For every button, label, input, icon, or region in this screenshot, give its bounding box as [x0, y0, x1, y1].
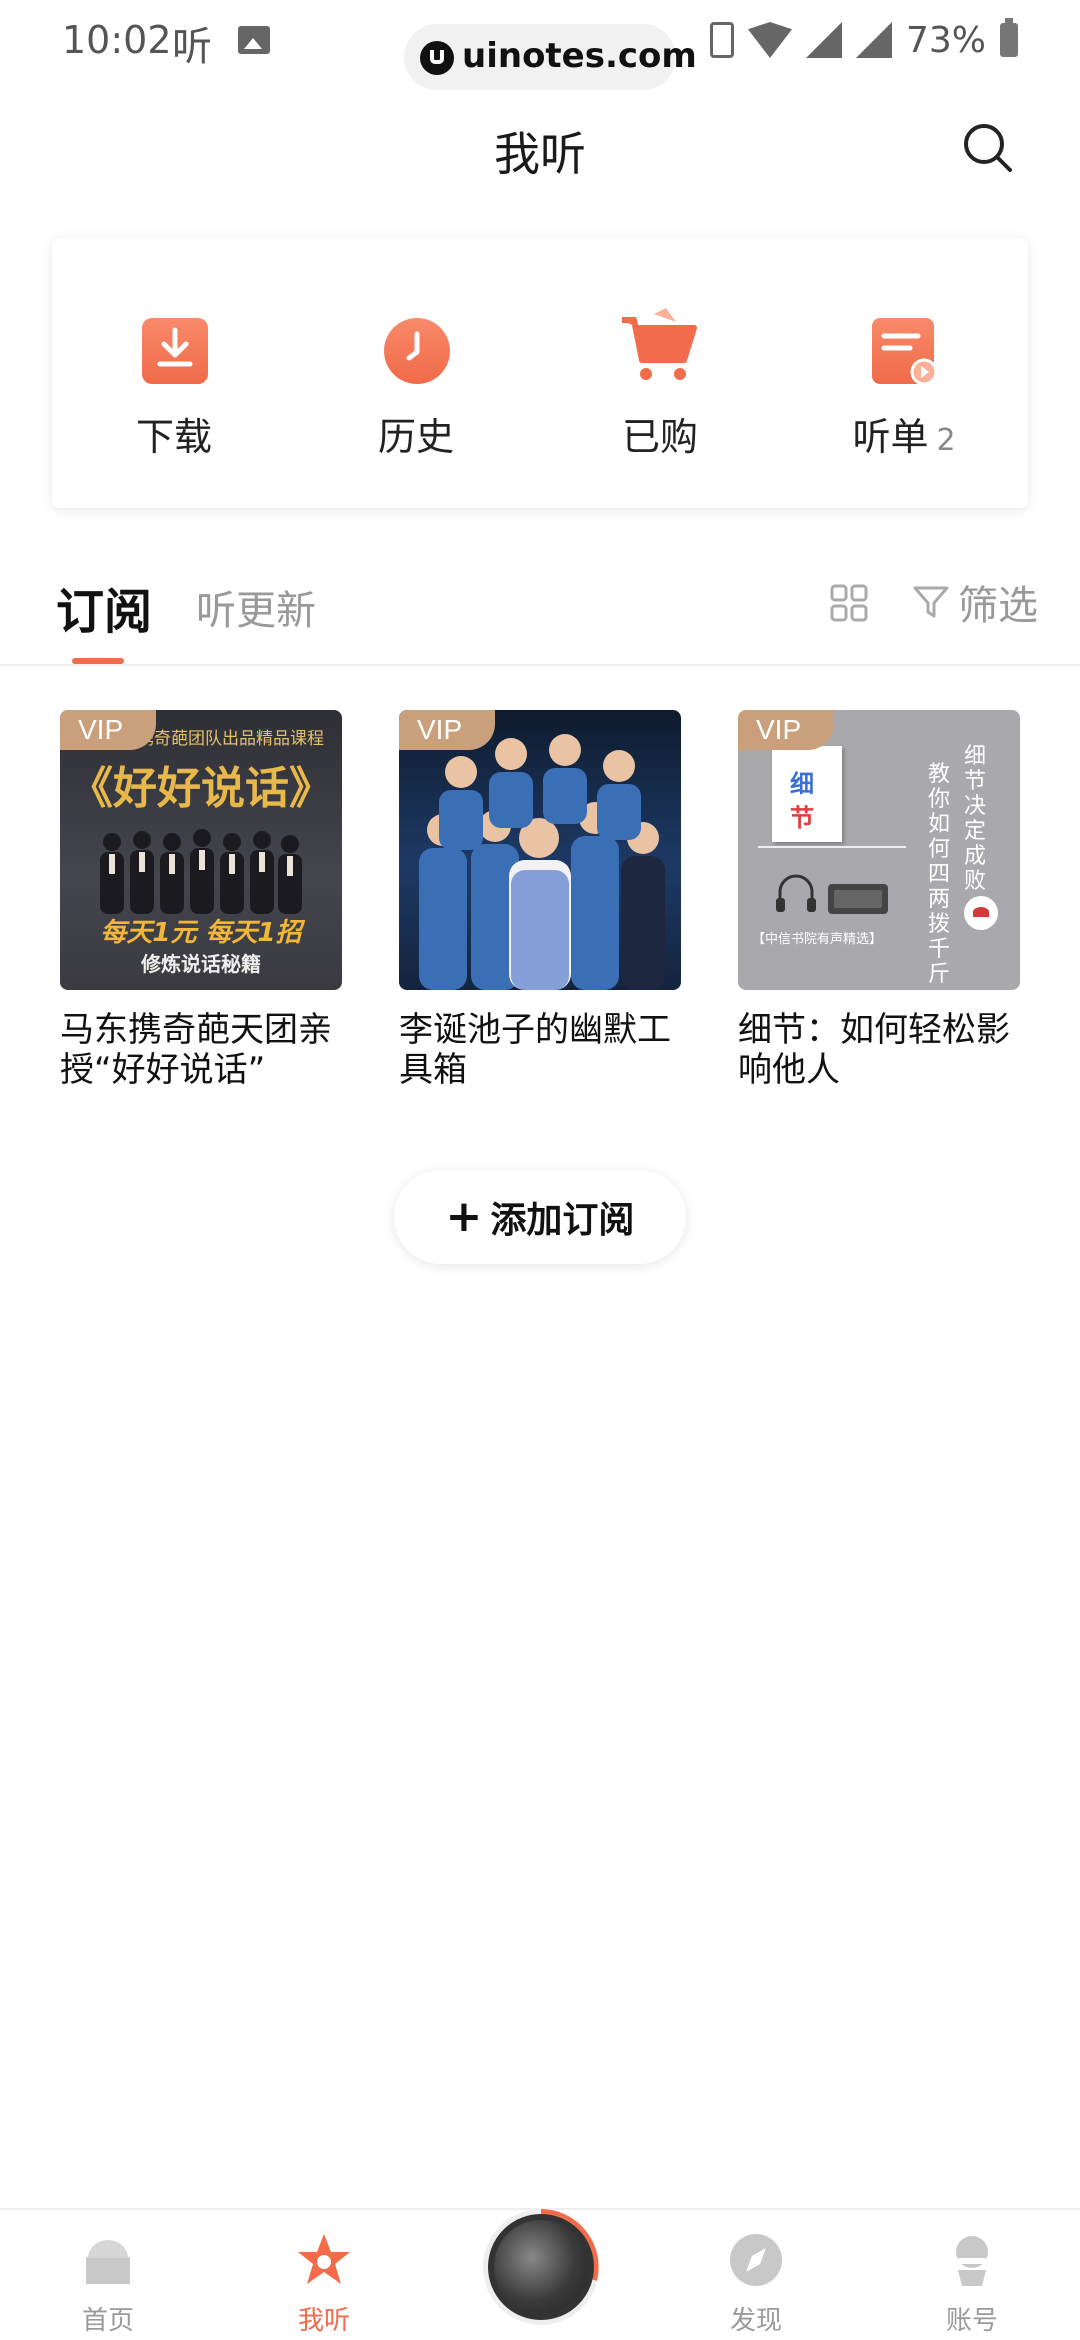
nav-item-account[interactable]: 账号 [892, 2222, 1052, 2340]
subscription-cover: 东携奇葩团队出品精品课程 《好好说话》 每天1元 每天1招 修炼说话秘籍 VIP [60, 710, 342, 990]
now-playing-button[interactable] [488, 2214, 594, 2320]
cart-icon [622, 308, 697, 380]
signal-2-icon [855, 22, 892, 58]
nav-item-discover[interactable]: 发现 [676, 2222, 836, 2340]
cover-slogan: 每天1元 每天1招 [100, 918, 302, 948]
page-title: 我听 [494, 127, 586, 181]
cover-divider [758, 846, 906, 848]
nav-label: 账号 [945, 2306, 998, 2336]
star-icon [298, 2234, 350, 2284]
add-subscription-label: 添加订阅 [490, 1200, 635, 1241]
quick-action-label: 已购 [621, 415, 698, 459]
subscription-card[interactable]: VIP 李诞池子的幽默工具箱 [399, 710, 681, 1090]
quick-actions-card: 下载 历史 已购 听单 2 [52, 238, 1028, 508]
tab-subscribe[interactable]: 订阅 [56, 572, 152, 642]
cover-people-illustration [100, 829, 302, 914]
cover-group-photo [419, 734, 665, 990]
add-subscription-button[interactable]: + 添加订阅 [394, 1170, 686, 1264]
subscription-title: 李诞池子的幽默工具箱 [399, 1010, 671, 1090]
user-icon [956, 2236, 988, 2286]
vibrate-icon [709, 22, 734, 58]
subscription-title: 细节：如何轻松影响他人 [738, 1010, 1010, 1090]
home-icon [86, 2240, 130, 2284]
playlist-count-badge: 2 [936, 423, 956, 458]
status-bar: 10:02 听 uinotes.com 73% [0, 0, 1080, 90]
cover-book-title-2: 节 [790, 804, 814, 832]
vip-badge: VIP [399, 710, 495, 750]
cover-book-title-1: 细 [790, 770, 814, 798]
vip-badge: VIP [738, 710, 834, 750]
cover-caption: 【中信书院有声精选】 [752, 932, 883, 947]
quick-action-label: 听单 2 [804, 406, 1004, 461]
subscription-cover: VIP [399, 710, 681, 990]
download-icon [142, 318, 208, 384]
headphones-phone-icon [776, 874, 888, 914]
cover-book: 细 节 [772, 746, 842, 842]
compass-icon [730, 2234, 782, 2286]
battery-percent: 73% [905, 19, 986, 61]
nav-item-mylisten[interactable]: 我听 [244, 2222, 404, 2340]
wifi-icon [747, 22, 792, 58]
subscription-card[interactable]: 东携奇葩团队出品精品课程 《好好说话》 每天1元 每天1招 修炼说话秘籍 VIP… [60, 710, 342, 1090]
filter-label: 筛选 [958, 583, 1038, 629]
nav-label: 我听 [297, 2306, 350, 2336]
quick-action-label: 下载 [135, 415, 212, 459]
subscription-card[interactable]: 细 节 【中信书院有声精选】 细节决定成败 教你如何四两拨千斤 VIP 细节：如… [738, 710, 1020, 1090]
app-notification-icon: 听 [172, 24, 212, 70]
quick-action-label-text: 听单 [852, 415, 929, 459]
cover-title: 《好好说话》 [69, 763, 333, 814]
playlist-icon [872, 318, 938, 386]
status-indicators: 73% [709, 18, 1018, 62]
battery-icon [1000, 18, 1018, 57]
plus-icon: + [445, 1191, 483, 1242]
nav-item-home[interactable]: 首页 [28, 2222, 188, 2340]
quick-action-label: 历史 [377, 415, 454, 459]
grid-icon [830, 584, 868, 622]
filter-button[interactable]: 筛选 [912, 576, 1038, 629]
url-text: uinotes.com [462, 36, 697, 76]
clock-icon [384, 318, 450, 384]
nav-label: 首页 [81, 2306, 134, 2336]
uinotes-logo-icon [420, 41, 454, 75]
cover-subtitle: 修炼说话秘籍 [141, 952, 261, 976]
vip-badge: VIP [60, 710, 156, 750]
tab-divider [0, 664, 1080, 666]
cover-vertical-text-1: 细节决定成败 [964, 744, 987, 894]
quick-action-download[interactable]: 下载 [74, 238, 274, 508]
image-notification-icon [238, 26, 270, 54]
grid-view-button[interactable] [830, 584, 868, 622]
nav-label: 发现 [729, 2306, 782, 2336]
tab-updates[interactable]: 听更新 [196, 578, 316, 636]
cover-vertical-text-2: 教你如何四两拨千斤 [928, 762, 951, 987]
quick-action-purchased[interactable]: 已购 [560, 238, 760, 508]
status-time: 10:02 [62, 18, 172, 62]
signal-icon [805, 22, 842, 58]
publisher-logo-icon [964, 896, 998, 930]
url-pill[interactable]: uinotes.com [404, 24, 697, 90]
subscription-title: 马东携奇葩天团亲授“好好说话” [60, 1010, 332, 1090]
search-icon [964, 124, 1012, 172]
quick-action-playlist[interactable]: 听单 2 [804, 238, 1004, 508]
filter-icon [913, 586, 949, 618]
quick-action-history[interactable]: 历史 [316, 238, 516, 508]
search-button[interactable] [958, 118, 1018, 178]
subscription-cover: 细 节 【中信书院有声精选】 细节决定成败 教你如何四两拨千斤 VIP [738, 710, 1020, 990]
